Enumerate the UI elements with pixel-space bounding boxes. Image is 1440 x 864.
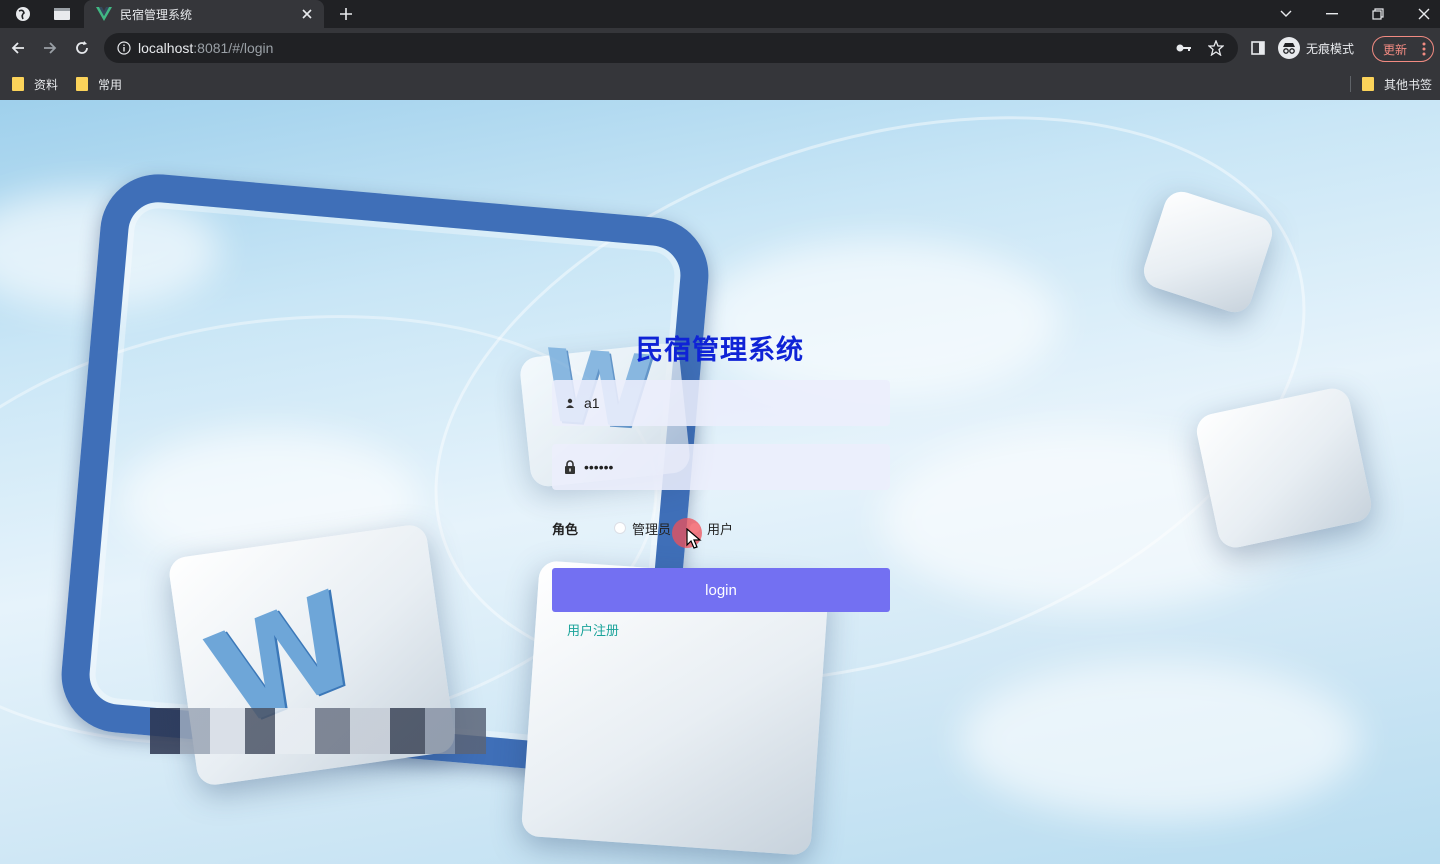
update-label: 更新 (1383, 42, 1408, 57)
other-bookmarks[interactable]: 其他书签 (1362, 74, 1432, 94)
page-title: 民宿管理系统 (636, 335, 804, 366)
password-field[interactable] (552, 444, 890, 490)
mouse-cursor-icon (686, 528, 702, 549)
role-selector: 角色 管理员 用户 (552, 518, 751, 538)
bookmark-folder-2[interactable]: 常用 (76, 74, 122, 94)
arrow-left-icon[interactable] (8, 38, 28, 58)
browser-tabstrip: 民宿管理系统 (0, 0, 1440, 28)
role-option-admin[interactable]: 管理员 (614, 519, 671, 538)
radio-circle[interactable] (614, 522, 627, 534)
login-page: W W 民宿管理系统 角色 管理员 用户 login 用户注册 (0, 100, 1440, 864)
role-label: 角色 (552, 522, 579, 538)
other-bookmarks-label: 其他书签 (1384, 77, 1433, 92)
login-button[interactable]: login (552, 568, 890, 612)
reload-icon[interactable] (72, 38, 92, 58)
info-icon[interactable] (116, 40, 132, 56)
arrow-right-icon[interactable] (40, 38, 60, 58)
pixelated-watermark (150, 708, 486, 754)
bookmarks-divider (1350, 76, 1351, 92)
kebab-menu-icon[interactable] (1415, 42, 1433, 56)
close-icon[interactable] (298, 5, 316, 23)
bookmarks-bar: 资料 常用 其他书签 (0, 68, 1440, 100)
restore-icon[interactable] (1368, 4, 1388, 24)
folder-icon (1362, 77, 1374, 91)
side-panel-icon[interactable] (1248, 38, 1268, 58)
bookmark-folder-1[interactable]: 资料 (12, 74, 58, 94)
plus-icon[interactable] (336, 4, 356, 24)
password-input[interactable] (582, 458, 862, 476)
chevron-down-icon[interactable] (1276, 4, 1296, 24)
background-cloud (960, 660, 1360, 820)
minimize-icon[interactable] (1322, 4, 1342, 24)
role-option-label: 管理员 (632, 522, 672, 538)
incognito-icon (1278, 37, 1300, 59)
url-path: :8081/#/login (193, 40, 274, 56)
vue-logo-icon (96, 6, 112, 22)
folder-icon (76, 77, 88, 91)
register-link[interactable]: 用户注册 (567, 620, 619, 639)
star-icon[interactable] (1206, 38, 1226, 58)
user-icon (562, 395, 578, 411)
address-bar[interactable]: localhost:8081/#/login (104, 33, 1238, 63)
update-button[interactable]: 更新 (1372, 36, 1434, 62)
username-input[interactable] (582, 394, 862, 412)
username-field[interactable] (552, 380, 890, 426)
browser-toolbar: localhost:8081/#/login 无痕模式 更新 (0, 28, 1440, 68)
bookmark-label: 资料 (34, 77, 59, 92)
role-option-label: 用户 (707, 522, 734, 538)
key-icon[interactable] (1174, 38, 1194, 58)
active-tab[interactable]: 民宿管理系统 (84, 0, 324, 28)
bookmark-label: 常用 (98, 77, 123, 92)
globe-icon[interactable] (14, 5, 32, 23)
tab-title: 民宿管理系统 (120, 7, 193, 22)
lock-icon (562, 459, 578, 475)
folder-icon (12, 77, 24, 91)
url-host: localhost (138, 40, 194, 56)
close-window-icon[interactable] (1414, 4, 1434, 24)
tab-search-icon[interactable] (52, 5, 72, 23)
incognito-label: 无痕模式 (1306, 41, 1355, 56)
incognito-indicator[interactable]: 无痕模式 (1278, 36, 1354, 60)
